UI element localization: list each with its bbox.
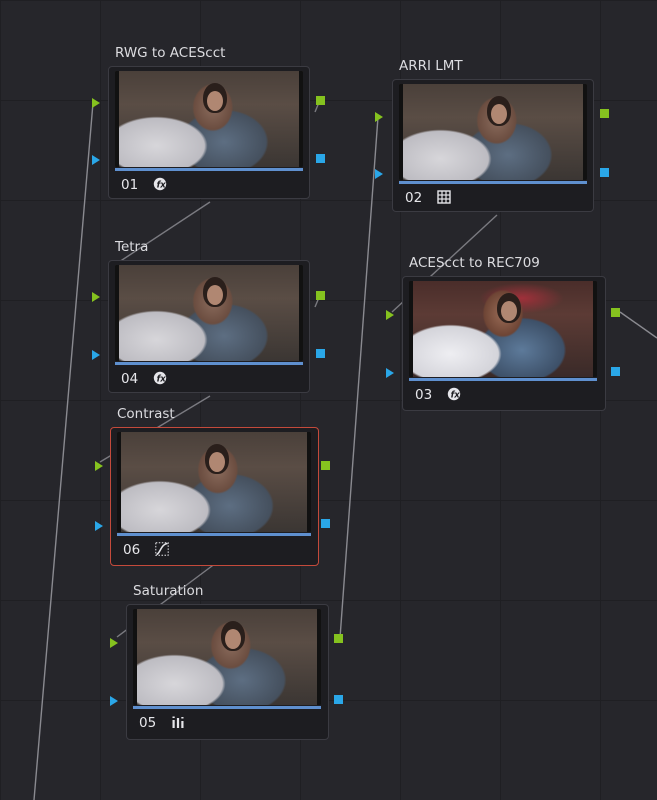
node-number: 06 [123, 542, 141, 558]
node-01-rgb-input[interactable] [92, 98, 100, 108]
node-number: 02 [405, 190, 423, 206]
node-divider [133, 706, 321, 709]
curves-icon [155, 542, 169, 556]
node-06-rgb-input[interactable] [95, 461, 103, 471]
lut-grid-icon [437, 190, 451, 204]
node-thumbnail [115, 71, 303, 167]
fx-icon: fx [153, 371, 167, 384]
node-02-rgb-output[interactable] [600, 109, 609, 118]
node-03[interactable]: ACEScct to REC709 03 fx [402, 255, 606, 411]
node-number: 01 [121, 177, 139, 193]
node-01-alpha-output[interactable] [316, 154, 325, 163]
node-divider [399, 181, 587, 184]
node-02-alpha-input[interactable] [375, 169, 383, 179]
node-number: 04 [121, 371, 139, 387]
node-04-rgb-output[interactable] [316, 291, 325, 300]
fx-icon: fx [447, 387, 461, 400]
node-thumbnail [399, 84, 587, 180]
node-divider [409, 378, 597, 381]
node-divider [115, 168, 303, 171]
node-02-alpha-output[interactable] [600, 168, 609, 177]
node-01[interactable]: RWG to ACEScct 01 fx [108, 45, 310, 199]
node-label: Tetra [115, 239, 149, 255]
wire-05-to-02 [339, 116, 379, 639]
node-label: ACEScct to REC709 [409, 255, 540, 271]
fx-icon: fx [153, 177, 167, 190]
node-number: 05 [139, 715, 157, 731]
node-05-alpha-output[interactable] [334, 695, 343, 704]
node-05[interactable]: Saturation 05 [126, 583, 329, 740]
wire-03-output [619, 311, 657, 339]
node-02[interactable]: ARRI LMT 02 [392, 58, 594, 212]
node-05-alpha-input[interactable] [110, 696, 118, 706]
svg-text:fx: fx [157, 180, 167, 190]
node-number: 03 [415, 387, 433, 403]
node-06-rgb-output[interactable] [321, 461, 330, 470]
node-label: RWG to ACEScct [115, 45, 226, 61]
node-03-alpha-input[interactable] [386, 368, 394, 378]
node-graph-canvas[interactable]: RWG to ACEScct 01 fx Tetra 04 fx Contras… [0, 0, 657, 800]
node-thumbnail [117, 432, 311, 532]
node-06-alpha-input[interactable] [95, 521, 103, 531]
node-06[interactable]: Contrast 06 [110, 406, 319, 566]
node-03-alpha-output[interactable] [611, 367, 620, 376]
node-divider [115, 362, 303, 365]
node-label: ARRI LMT [399, 58, 463, 74]
node-label: Saturation [133, 583, 204, 599]
node-05-rgb-output[interactable] [334, 634, 343, 643]
wire-source-to-01 [33, 102, 94, 800]
node-04-alpha-input[interactable] [92, 350, 100, 360]
node-03-rgb-input[interactable] [386, 310, 394, 320]
node-02-rgb-input[interactable] [375, 112, 383, 122]
node-05-rgb-input[interactable] [110, 638, 118, 648]
node-06-alpha-output[interactable] [321, 519, 330, 528]
node-04-alpha-output[interactable] [316, 349, 325, 358]
node-divider [117, 533, 311, 536]
node-04[interactable]: Tetra 04 fx [108, 239, 310, 393]
node-03-rgb-output[interactable] [611, 308, 620, 317]
node-04-rgb-input[interactable] [92, 292, 100, 302]
node-thumbnail [133, 609, 321, 705]
node-thumbnail [409, 281, 597, 377]
node-label: Contrast [117, 406, 175, 422]
svg-text:fx: fx [451, 390, 461, 400]
levels-icon [172, 716, 184, 728]
node-01-rgb-output[interactable] [316, 96, 325, 105]
node-thumbnail [115, 265, 303, 361]
svg-text:fx: fx [157, 374, 167, 384]
node-01-alpha-input[interactable] [92, 155, 100, 165]
